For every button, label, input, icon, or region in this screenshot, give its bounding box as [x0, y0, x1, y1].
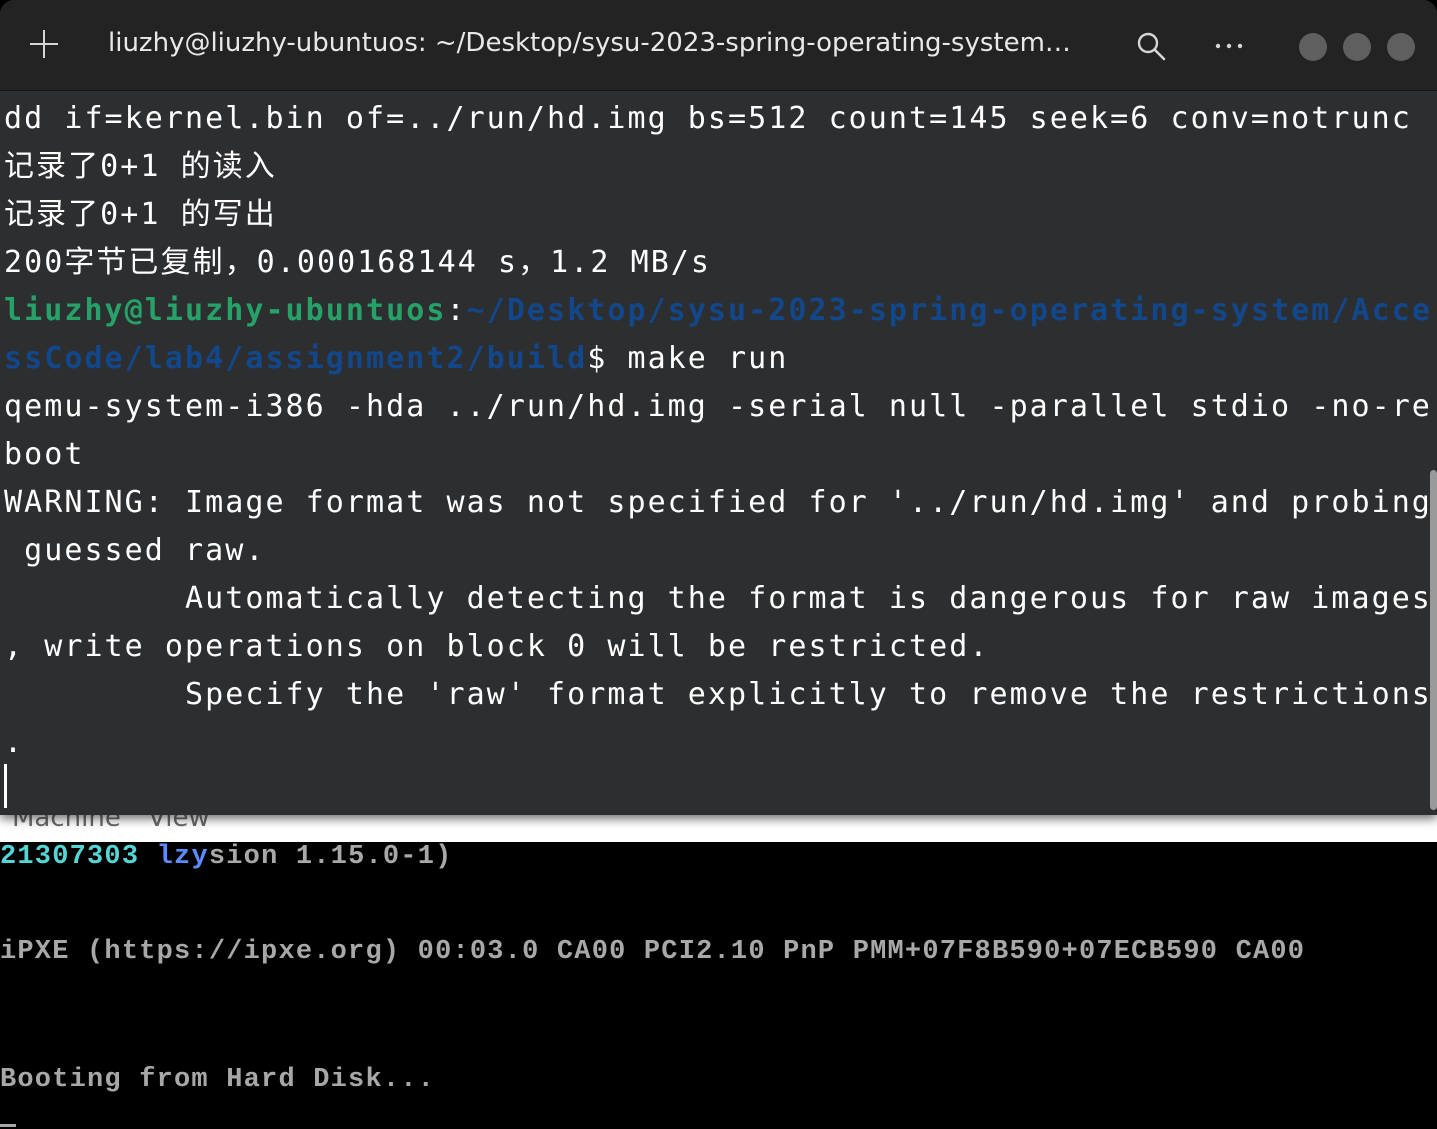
terminal-window: liuzhy@liuzhy-ubuntuos: ~/Desktop/sysu-2…: [0, 0, 1437, 815]
terminal-output[interactable]: dd if=kernel.bin of=../run/hd.img bs=512…: [0, 92, 1430, 815]
terminal-line: 记录了0+1 的写出: [4, 197, 277, 232]
menu-icon[interactable]: [1210, 30, 1250, 64]
student-id: 21307303: [0, 842, 140, 872]
search-icon[interactable]: [1135, 30, 1169, 64]
terminal-line: 记录了0+1 的读入: [4, 149, 277, 184]
version-text: sion 1.15.0-1): [208, 842, 453, 872]
terminal-line: , write operations on block 0 will be re…: [4, 629, 990, 664]
terminal-line: Specify the 'raw' format explicitly to r…: [4, 677, 1432, 712]
maximize-icon[interactable]: [1343, 33, 1371, 61]
terminal-line: WARNING: Image format was not specified …: [4, 485, 1432, 520]
qemu-line-version: 21307303 lzysion 1.15.0-1): [0, 842, 453, 872]
name-text: lzy: [156, 842, 209, 872]
terminal-line: .: [4, 725, 25, 760]
terminal-headerbar[interactable]: liuzhy@liuzhy-ubuntuos: ~/Desktop/sysu-2…: [0, 0, 1437, 91]
new-tab-icon[interactable]: [28, 28, 60, 60]
qemu-window: Machine View 21307303 lzysion 1.15.0-1) …: [0, 800, 1437, 1129]
prompt-path: ssCode/lab4/assignment2/build: [4, 341, 588, 376]
prompt-line: liuzhy@liuzhy-ubuntuos:~/Desktop/sysu-20…: [4, 287, 1432, 335]
window-title: liuzhy@liuzhy-ubuntuos: ~/Desktop/sysu-2…: [108, 28, 1071, 58]
terminal-line: Automatically detecting the format is da…: [4, 581, 1432, 616]
close-icon[interactable]: [1387, 33, 1415, 61]
qemu-line-ipxe: iPXE (https://ipxe.org) 00:03.0 CA00 PCI…: [0, 937, 1306, 967]
qemu-display[interactable]: 21307303 lzysion 1.15.0-1) iPXE (https:/…: [0, 842, 1437, 1129]
terminal-line: guessed raw.: [4, 533, 266, 568]
prompt-line: ssCode/lab4/assignment2/build$ make run: [4, 335, 788, 383]
qemu-line-boot: Booting from Hard Disk...: [0, 1065, 436, 1095]
minimize-icon[interactable]: [1299, 33, 1327, 61]
qemu-cursor: [0, 1124, 16, 1127]
terminal-line: qemu-system-i386 -hda ../run/hd.img -ser…: [4, 389, 1432, 424]
terminal-scrollbar[interactable]: [1430, 470, 1437, 810]
command-text: $ make run: [587, 341, 789, 376]
terminal-line: dd if=kernel.bin of=../run/hd.img bs=512…: [4, 101, 1412, 136]
terminal-line: 200字节已复制，0.000168144 s，1.2 MB/s: [4, 245, 712, 280]
terminal-cursor: [4, 764, 7, 808]
prompt-path: ~/Desktop/sysu-2023-spring-operating-sys…: [466, 293, 1432, 328]
terminal-line: boot: [4, 437, 85, 472]
prompt-user: liuzhy@liuzhy-ubuntuos: [4, 293, 447, 328]
prompt-colon: :: [446, 293, 467, 328]
